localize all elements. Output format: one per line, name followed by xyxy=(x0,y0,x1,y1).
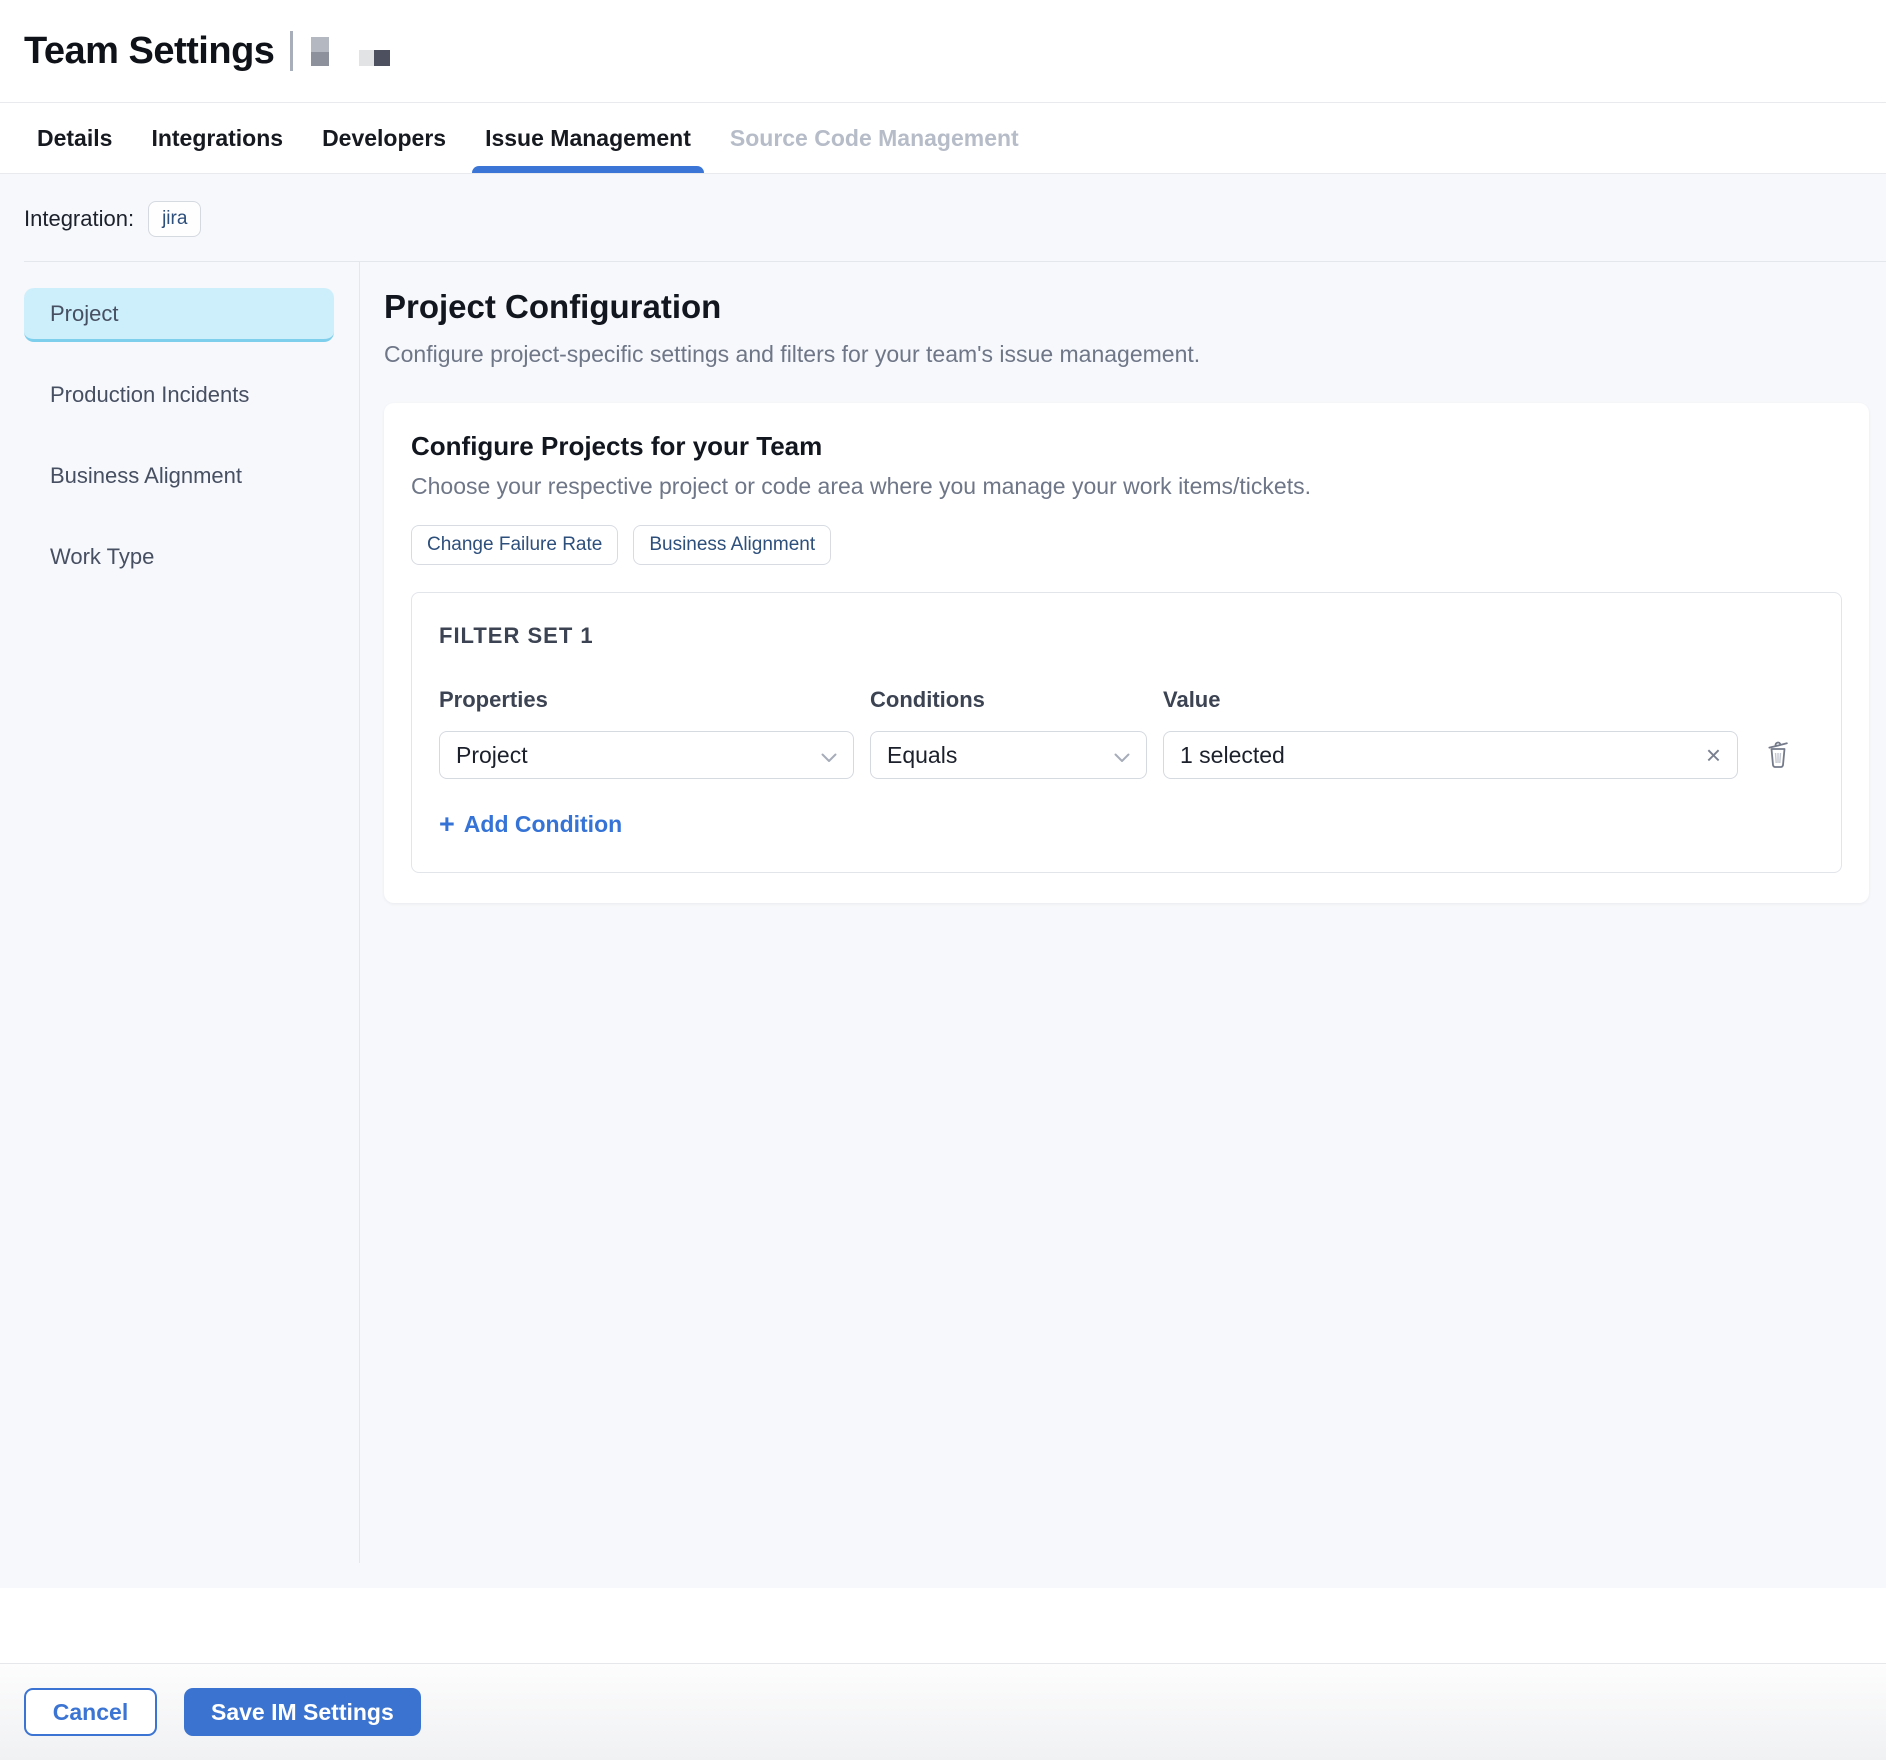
tab-issue-management[interactable]: Issue Management xyxy=(472,103,704,173)
cancel-button[interactable]: Cancel xyxy=(24,1688,157,1736)
tab-source-code-management: Source Code Management xyxy=(717,103,1032,173)
tab-integrations[interactable]: Integrations xyxy=(138,103,296,173)
value-selected-count: 1 selected xyxy=(1180,742,1285,769)
content-area: Integration: jira Project Production Inc… xyxy=(0,174,1886,1588)
redacted-block-2 xyxy=(359,50,390,66)
delete-filter-button[interactable] xyxy=(1754,731,1802,779)
chip-business-alignment[interactable]: Business Alignment xyxy=(633,525,831,565)
sidebar-item-work-type[interactable]: Work Type xyxy=(24,531,334,585)
chip-change-failure-rate[interactable]: Change Failure Rate xyxy=(411,525,618,565)
footer-action-bar: Cancel Save IM Settings xyxy=(0,1664,1886,1760)
page-header: Team Settings xyxy=(0,0,1886,103)
integration-label: Integration: xyxy=(24,206,134,232)
body-columns: Project Production Incidents Business Al… xyxy=(0,262,1886,1588)
plus-icon: + xyxy=(439,811,455,838)
clear-selection-icon[interactable]: × xyxy=(1706,742,1721,768)
sidebar-item-production-incidents[interactable]: Production Incidents xyxy=(24,369,334,423)
sidebar-item-label: Production Incidents xyxy=(50,382,249,408)
properties-select-value: Project xyxy=(456,742,528,769)
tab-details[interactable]: Details xyxy=(24,103,125,173)
redacted-team-name xyxy=(311,37,390,66)
pre-footer-strip xyxy=(0,1588,1886,1663)
redacted-block-1 xyxy=(311,37,329,66)
sidebar-item-label: Project xyxy=(50,301,118,327)
settings-sidebar: Project Production Incidents Business Al… xyxy=(0,262,360,1563)
configure-projects-card: Configure Projects for your Team Choose … xyxy=(384,403,1869,903)
section-subtitle: Configure project-specific settings and … xyxy=(384,341,1869,368)
main-panel: Project Configuration Configure project-… xyxy=(360,262,1886,1588)
sidebar-item-label: Business Alignment xyxy=(50,463,242,489)
integration-badge: jira xyxy=(148,201,201,237)
chevron-down-icon xyxy=(1114,742,1130,769)
conditions-select-value: Equals xyxy=(887,742,957,769)
team-settings-page: Team Settings Details Integrations Devel… xyxy=(0,0,1886,1760)
section-title: Project Configuration xyxy=(384,288,1869,326)
save-im-settings-button[interactable]: Save IM Settings xyxy=(184,1688,421,1736)
column-label-properties: Properties xyxy=(439,687,854,713)
column-label-conditions: Conditions xyxy=(870,687,1147,713)
add-condition-button[interactable]: + Add Condition xyxy=(439,811,622,838)
sidebar-item-project[interactable]: Project xyxy=(24,288,334,342)
project-chips: Change Failure Rate Business Alignment xyxy=(411,525,1842,565)
chevron-down-icon xyxy=(821,742,837,769)
card-subtitle: Choose your respective project or code a… xyxy=(411,473,1842,500)
properties-select[interactable]: Project xyxy=(439,731,854,779)
filter-set-title: FILTER SET 1 xyxy=(439,623,1814,649)
tab-developers[interactable]: Developers xyxy=(309,103,459,173)
card-title: Configure Projects for your Team xyxy=(411,431,1842,462)
filter-grid: Properties Conditions Value Project xyxy=(439,687,1814,779)
add-condition-label: Add Condition xyxy=(464,811,622,838)
sidebar-item-business-alignment[interactable]: Business Alignment xyxy=(24,450,334,504)
integration-row: Integration: jira xyxy=(0,174,1886,261)
filter-set-box: FILTER SET 1 Properties Conditions Value… xyxy=(411,592,1842,873)
page-title: Team Settings xyxy=(24,30,274,73)
conditions-select[interactable]: Equals xyxy=(870,731,1147,779)
column-label-value: Value xyxy=(1163,687,1738,713)
title-separator xyxy=(290,31,293,71)
sidebar-item-label: Work Type xyxy=(50,544,154,570)
value-multiselect[interactable]: 1 selected × xyxy=(1163,731,1738,779)
tab-bar: Details Integrations Developers Issue Ma… xyxy=(0,103,1886,174)
trash-icon xyxy=(1764,739,1792,772)
